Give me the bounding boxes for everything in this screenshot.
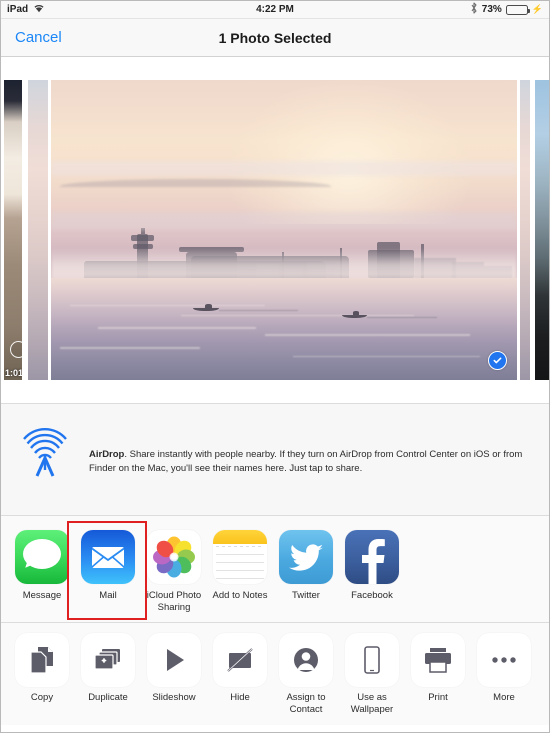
share-app-label: Add to Notes (212, 590, 268, 601)
copy-icon (15, 633, 69, 687)
selection-ring-unselected[interactable] (10, 341, 22, 358)
lightning-bolt-icon: ⚡ (531, 4, 543, 14)
share-app-facebook[interactable]: Facebook (339, 530, 405, 602)
airdrop-description: AirDrop. Share instantly with people nea… (89, 426, 529, 477)
airdrop-icon[interactable] (15, 426, 75, 491)
photo-haze-band (51, 161, 517, 176)
photo-far-ridge (60, 179, 331, 187)
action-use-as-wallpaper[interactable]: Use as Wallpaper (339, 633, 405, 716)
airdrop-body: . Share instantly with people nearby. If… (89, 449, 523, 475)
bluetooth-icon (470, 2, 478, 17)
share-sheet-screen: iPad 4:22 PM 73% ⚡ Cancel 1 Photo Select… (0, 0, 550, 733)
thumbnail-previous-2[interactable] (28, 80, 48, 380)
action-label: Print (428, 692, 448, 703)
share-app-label: Message (22, 590, 62, 601)
action-assign-to-contact[interactable]: Assign to Contact (273, 633, 339, 716)
checkmark-icon (493, 357, 502, 364)
play-icon (147, 633, 201, 687)
printer-icon (411, 633, 465, 687)
battery-icon (505, 4, 530, 15)
page-title: 1 Photo Selected (218, 29, 332, 46)
share-app-twitter[interactable]: Twitter (273, 530, 339, 602)
photo-water (51, 278, 517, 380)
navigation-bar: Cancel 1 Photo Selected (1, 19, 549, 57)
action-label: Use as Wallpaper (350, 692, 394, 715)
thumbnail-next-2[interactable] (535, 80, 549, 380)
wifi-icon (33, 3, 45, 16)
airdrop-title: AirDrop (89, 449, 125, 460)
duplicate-icon (81, 633, 135, 687)
selection-checkmark-badge[interactable] (488, 351, 507, 370)
status-bar-right: 73% ⚡ (470, 2, 543, 17)
share-app-label: Mail (99, 590, 117, 601)
thumbnail-image (520, 80, 530, 380)
share-app-label: iCloud Photo Sharing (146, 590, 202, 613)
person-icon (279, 633, 333, 687)
action-label: Hide (230, 692, 250, 703)
messages-icon (15, 530, 69, 584)
cancel-button[interactable]: Cancel (15, 29, 62, 46)
action-label: Copy (30, 692, 54, 703)
status-bar: iPad 4:22 PM 73% ⚡ (1, 1, 549, 19)
mail-icon (81, 530, 135, 584)
action-label: Assign to Contact (286, 692, 326, 715)
share-app-label: Twitter (292, 590, 320, 601)
action-print[interactable]: Print (405, 633, 471, 704)
photo-boat-2 (342, 314, 368, 318)
actions-row: Copy Duplicate Slideshow Hide Assign to … (1, 622, 549, 725)
action-more[interactable]: More (471, 633, 537, 704)
thumbnail-image (535, 80, 549, 380)
thumbnail-next[interactable] (520, 80, 530, 380)
action-slideshow[interactable]: Slideshow (141, 633, 207, 704)
share-app-mail[interactable]: Mail (75, 530, 141, 602)
ellipsis-icon (477, 633, 531, 687)
thumbnail-image (28, 80, 48, 380)
airdrop-section: AirDrop. Share instantly with people nea… (1, 403, 549, 515)
device-icon (345, 633, 399, 687)
action-label: Duplicate (88, 692, 128, 703)
share-app-message[interactable]: Message (9, 530, 75, 602)
notes-icon (213, 530, 267, 584)
action-label: More (493, 692, 515, 703)
photo-boat-1 (193, 307, 220, 312)
photo-strip: 1:01 (1, 57, 549, 403)
facebook-icon (345, 530, 399, 584)
video-duration-label: 1:01 (5, 368, 22, 378)
action-label: Slideshow (152, 692, 196, 703)
photo-haze-band-2 (51, 212, 517, 230)
status-bar-clock: 4:22 PM (256, 4, 294, 15)
share-app-label: Facebook (351, 590, 393, 601)
selected-photo[interactable] (51, 80, 517, 380)
thumbnail-image (4, 80, 22, 380)
status-bar-left: iPad (7, 3, 45, 16)
action-duplicate[interactable]: Duplicate (75, 633, 141, 704)
thumbnail-previous[interactable]: 1:01 (4, 80, 22, 380)
share-apps-row: Message Mail iCloud Photo Sharing Add to… (1, 515, 549, 622)
photo-sun-glow (228, 80, 471, 224)
twitter-icon (279, 530, 333, 584)
device-name-label: iPad (7, 4, 29, 15)
action-copy[interactable]: Copy (9, 633, 75, 704)
share-app-icloud-photo-sharing[interactable]: iCloud Photo Sharing (141, 530, 207, 614)
hide-icon (213, 633, 267, 687)
photos-icon (147, 530, 201, 584)
battery-percent-label: 73% (481, 4, 502, 15)
share-app-add-to-notes[interactable]: Add to Notes (207, 530, 273, 602)
action-hide[interactable]: Hide (207, 633, 273, 704)
